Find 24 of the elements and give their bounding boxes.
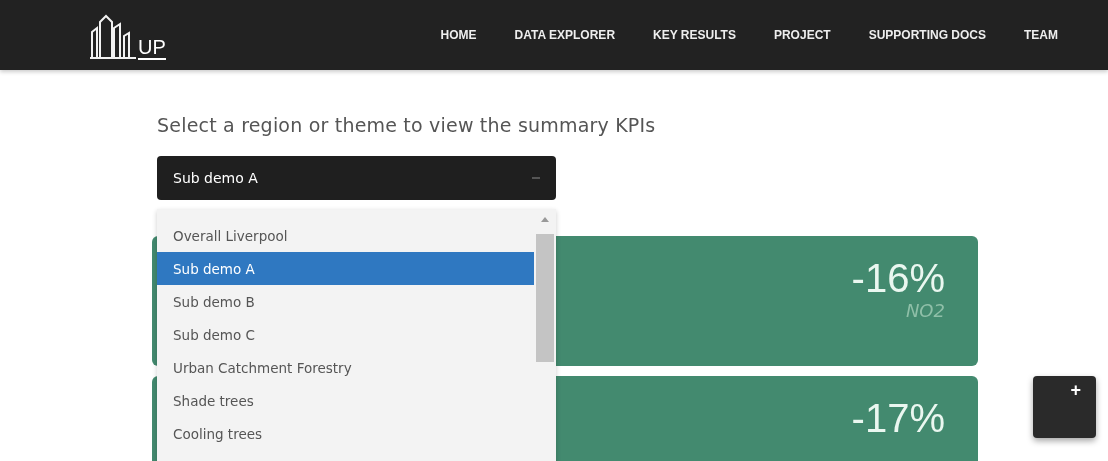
logo-text: UP — [138, 36, 166, 60]
kpi-value: -16% — [851, 256, 945, 300]
nav-link[interactable]: DATA EXPLORER — [514, 28, 616, 42]
region-select[interactable]: Sub demo A — [157, 156, 556, 200]
scrollbar-thumb[interactable] — [536, 234, 554, 362]
dropdown-option[interactable]: Sub demo B — [157, 285, 534, 318]
dropdown-option[interactable]: Cooling trees — [157, 417, 534, 450]
nav-link[interactable]: TEAM — [1024, 28, 1058, 42]
nav-link[interactable]: HOME — [440, 28, 477, 42]
nav-link[interactable]: PROJECT — [773, 28, 831, 42]
buildings-icon — [88, 12, 136, 60]
dropdown-option[interactable]: Urban Catchment Forestry — [157, 351, 534, 384]
dropdown-option[interactable]: Sub demo A — [157, 252, 534, 285]
page-heading: Select a region or theme to view the summary KPIs — [157, 114, 657, 136]
scroll-up-icon[interactable] — [541, 217, 549, 222]
dropdown-option[interactable]: Overall Liverpool — [157, 219, 534, 252]
kpi-caption: NO2 — [905, 300, 945, 321]
caret-icon — [532, 177, 540, 179]
nav-link[interactable]: KEY RESULTS — [653, 28, 736, 42]
dropdown-option[interactable]: Shade trees — [157, 384, 534, 417]
dropdown-option[interactable]: Sub demo C — [157, 318, 534, 351]
add-button[interactable]: + — [1033, 376, 1096, 438]
nav-link[interactable]: SUPPORTING DOCS — [868, 28, 986, 42]
kpi-value: -17% — [851, 396, 945, 440]
